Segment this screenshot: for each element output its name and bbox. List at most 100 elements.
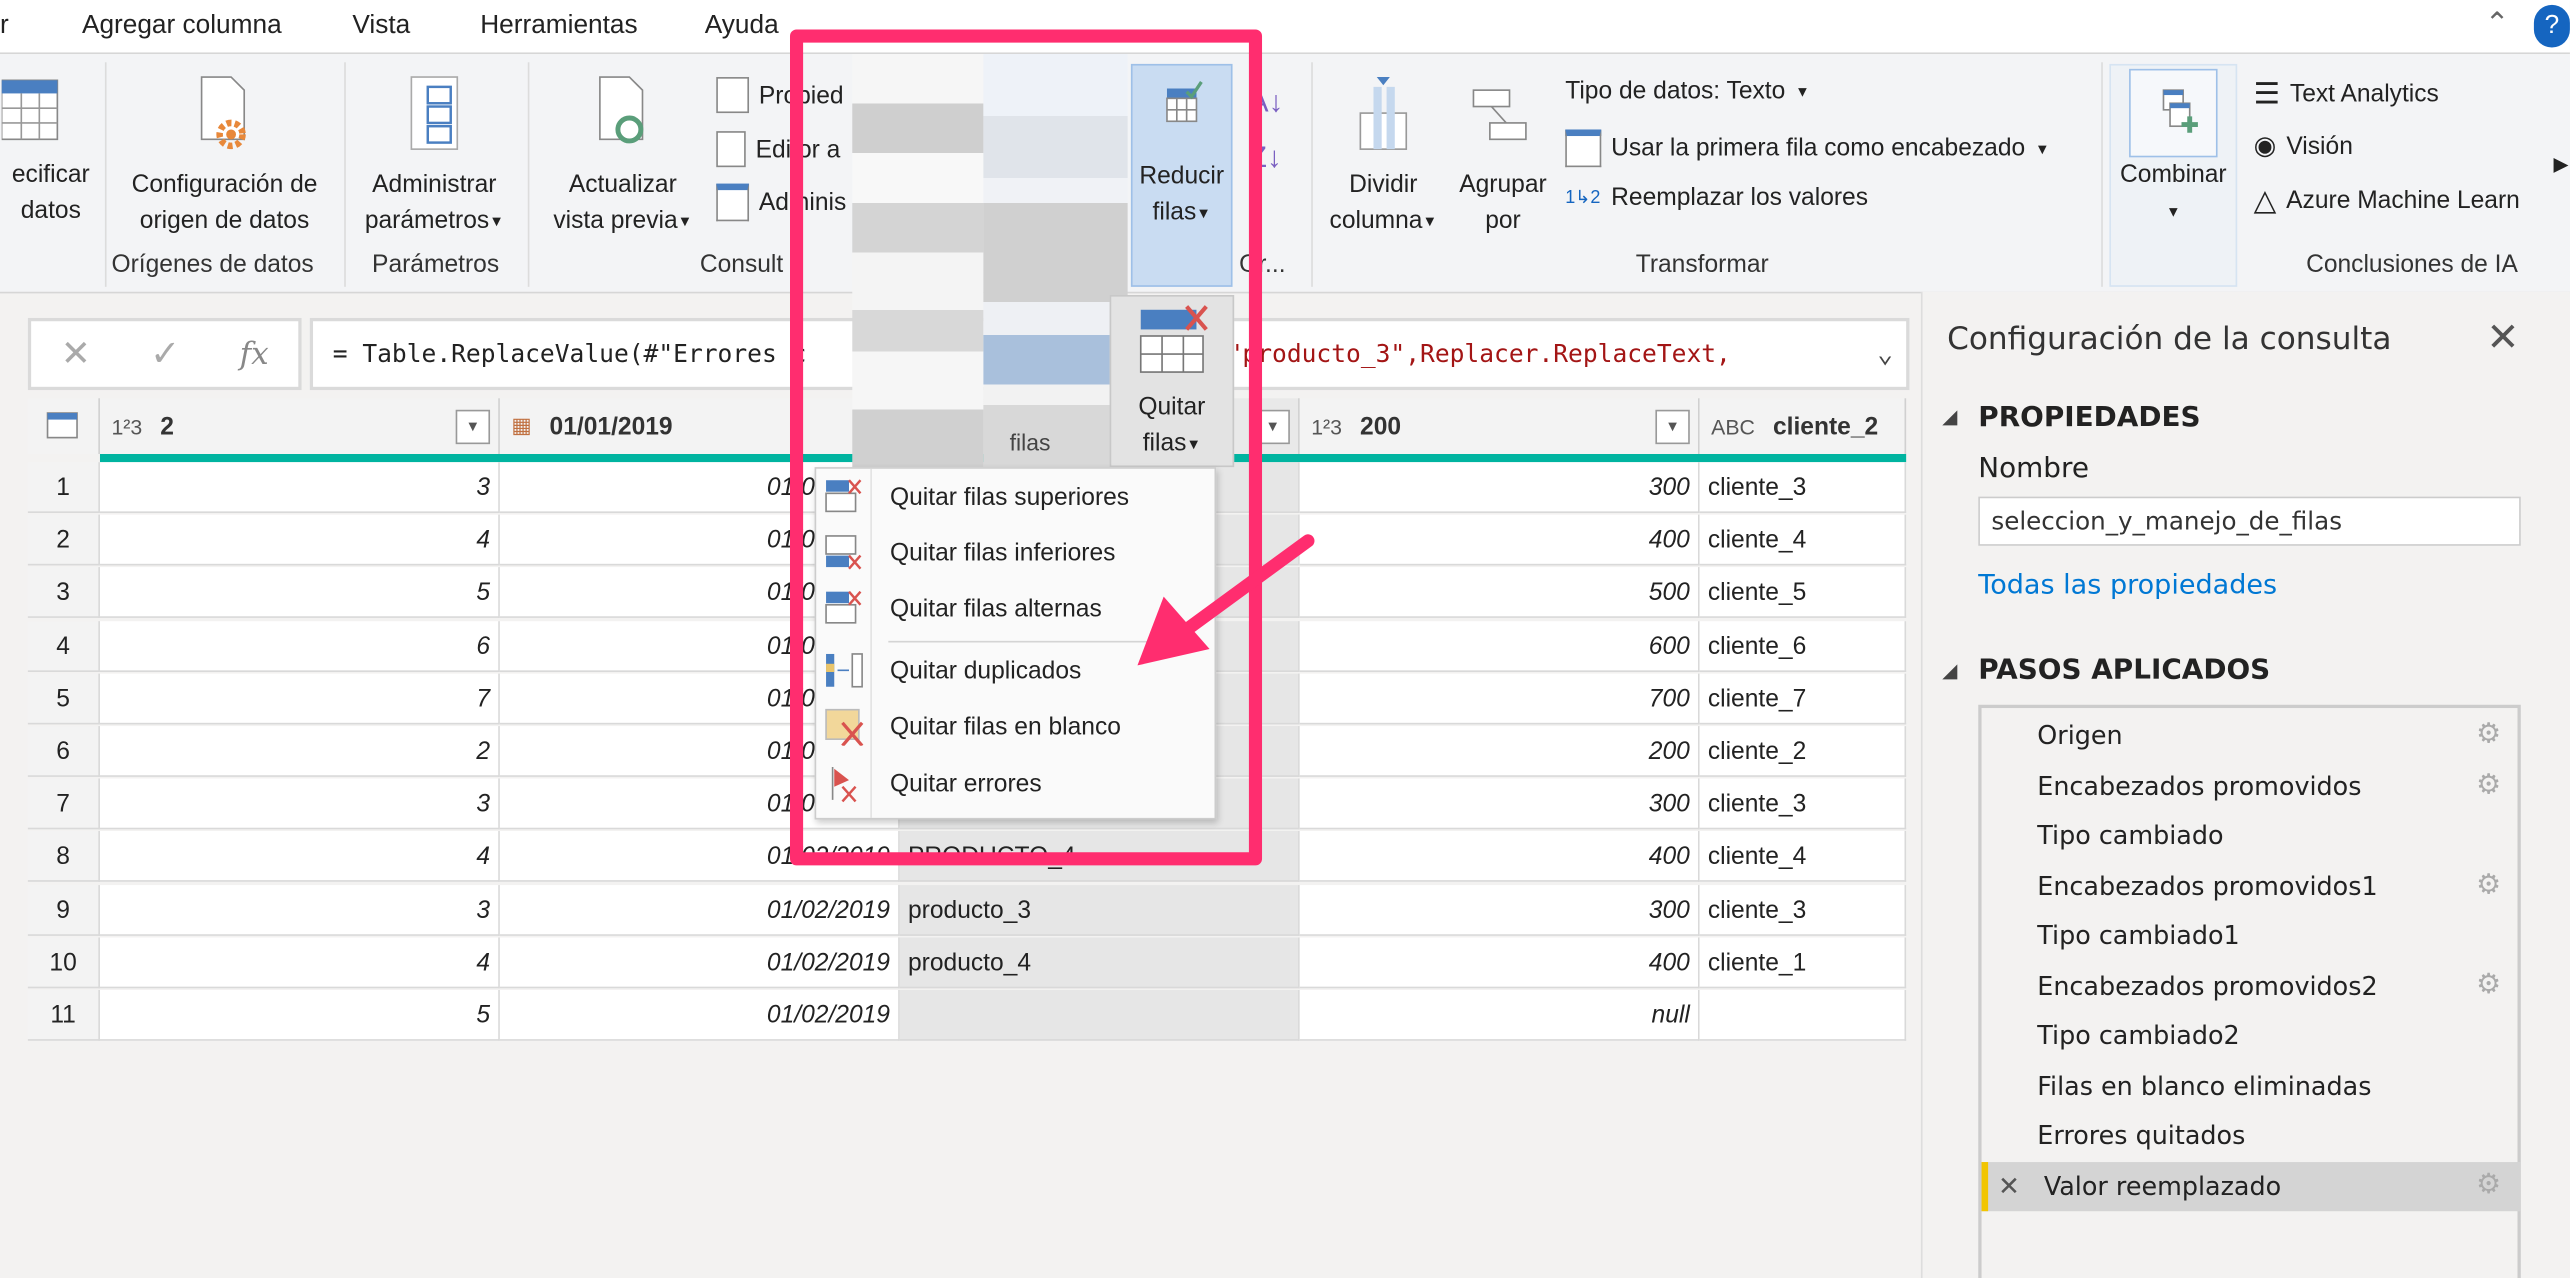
table-cell: producto_4 [899, 937, 1300, 988]
table-cell: null [1299, 989, 1700, 1041]
gear-icon[interactable]: ⚙ [2476, 870, 2501, 899]
row-number[interactable]: 1 [27, 462, 100, 514]
table-cell: 300 [1299, 778, 1700, 830]
step-label: Tipo cambiado2 [2037, 1021, 2240, 1051]
date-type-icon[interactable]: ▦ [506, 403, 536, 449]
ribbon: ecificar datos Configuración de origen de … [0, 54, 2570, 294]
table-cell: 01/02/2019 [499, 884, 900, 936]
tab-herramientas[interactable]: Herramientas [480, 11, 637, 41]
delete-step-icon[interactable]: ✕ [1998, 1161, 2020, 1210]
specify-data-button[interactable]: ecificar datos [0, 74, 102, 230]
query-name-input[interactable] [1978, 496, 2521, 546]
replace-values-icon: 1↳2 [1565, 188, 1601, 209]
row-number[interactable]: 9 [27, 884, 100, 936]
fx-icon[interactable]: fx [240, 336, 269, 372]
column-filter-button[interactable]: ▼ [1655, 409, 1690, 445]
azure-ml-button[interactable]: △ Azure Machine Learn [2254, 184, 2520, 218]
collapse-ribbon-icon[interactable]: ⌃ [2485, 7, 2510, 41]
row-number[interactable]: 10 [27, 937, 100, 988]
step-label: Origen [2037, 721, 2123, 751]
table-cell: cliente_7 [1699, 673, 1907, 725]
collapse-steps-icon[interactable]: ◢ [1942, 659, 1957, 682]
table-cell: 7 [99, 673, 500, 725]
replace-values-button[interactable]: 1↳2 Reemplazar los valores [1565, 184, 1868, 212]
row-number[interactable]: 6 [27, 726, 100, 777]
all-properties-link[interactable]: Todas las propiedades [1978, 569, 2277, 600]
combine-button[interactable]: Combinar ▼ [2109, 63, 2238, 287]
row-number[interactable]: 7 [27, 778, 100, 830]
manage-table-icon [716, 183, 750, 222]
row-number[interactable]: 4 [27, 620, 100, 672]
table-cell [1699, 989, 1907, 1041]
help-icon[interactable]: ? [2533, 4, 2570, 48]
settings-document-icon [200, 76, 246, 150]
table-cell: cliente_6 [1699, 620, 1907, 672]
table-menu-icon[interactable] [45, 411, 81, 441]
tab-vista[interactable]: Vista [352, 11, 410, 41]
query-settings-panel: Configuración de la consulta ✕ ◢ PROPIED… [1920, 291, 2570, 1278]
applied-step[interactable]: Tipo cambiado1 [1982, 911, 2521, 960]
step-label: Valor reemplazado [2043, 1171, 2282, 1201]
collapse-properties-icon[interactable]: ◢ [1942, 405, 1957, 428]
confirm-formula-icon[interactable]: ✓ [150, 333, 180, 376]
refresh-preview-button[interactable]: Actualizar vista previa▼ [541, 74, 705, 240]
text-type-icon[interactable]: ABC [1706, 404, 1760, 448]
data-source-settings-button[interactable]: Configuración de origen de datos [111, 74, 337, 240]
group-by-button[interactable]: Agrupar por [1452, 74, 1554, 240]
panel-title: Configuración de la consulta [1947, 321, 2392, 358]
data-type-dropdown[interactable]: Tipo de datos: Texto ▼ [1565, 77, 1810, 105]
applied-step[interactable]: Origen ⚙ [1982, 711, 2521, 760]
column-header[interactable]: ABC cliente_2 [1699, 398, 1907, 455]
row-number[interactable]: 2 [27, 514, 100, 566]
gear-icon[interactable]: ⚙ [2476, 1170, 2501, 1199]
row-number[interactable]: 11 [27, 989, 100, 1041]
applied-step[interactable]: Filas en blanco eliminadas [1982, 1061, 2521, 1110]
applied-step[interactable]: Encabezados promovidos1 ⚙ [1982, 861, 2521, 910]
row-number[interactable]: 8 [27, 831, 100, 883]
tab-agregar-columna[interactable]: Agregar columna [82, 11, 282, 41]
gear-icon[interactable]: ⚙ [2476, 720, 2501, 749]
table-cell: 700 [1299, 673, 1700, 725]
name-label: Nombre [1978, 452, 2089, 486]
editor-icon [716, 131, 746, 168]
table-cell: cliente_1 [1699, 937, 1907, 988]
gear-icon[interactable]: ⚙ [2476, 970, 2501, 999]
table-cell: 400 [1299, 831, 1700, 883]
column-header[interactable]: 1²3 200 ▼ [1299, 398, 1700, 455]
column-filter-button[interactable]: ▼ [455, 409, 491, 445]
cancel-formula-icon[interactable]: ✕ [61, 333, 91, 376]
vision-button[interactable]: ◉ Visión [2254, 129, 2353, 162]
text-analytics-icon: ☰ [2253, 77, 2281, 110]
first-row-header-button[interactable]: Usar la primera fila como encabezado ▼ [1565, 129, 2050, 168]
tab-ayuda[interactable]: Ayuda [705, 11, 779, 41]
table-cell: 01/02/2019 [499, 989, 900, 1041]
gear-icon[interactable]: ⚙ [2476, 770, 2501, 799]
number-type-icon[interactable]: 1²3 [107, 404, 148, 448]
applied-step[interactable]: Encabezados promovidos ⚙ [1982, 761, 2521, 810]
table-cell: 400 [1299, 937, 1700, 988]
tab-partial[interactable]: r [0, 11, 9, 41]
applied-step[interactable]: ✕ Valor reemplazado ⚙ [1981, 1161, 2521, 1211]
split-column-button[interactable]: Dividir columna▼ [1319, 74, 1447, 240]
text-analytics-button[interactable]: ☰ Text Analytics [2254, 77, 2439, 111]
row-number[interactable]: 5 [27, 673, 100, 725]
applied-step[interactable]: Tipo cambiado [1982, 811, 2521, 860]
column-header[interactable]: 1²3 2 ▼ [99, 398, 500, 455]
number-type-icon[interactable]: 1²3 [1306, 404, 1347, 448]
applied-steps-heading: PASOS APLICADOS [1978, 653, 2271, 687]
applied-step[interactable]: Tipo cambiado2 [1982, 1011, 2521, 1060]
table-cell: 4 [99, 831, 500, 883]
row-number[interactable]: 3 [27, 567, 100, 619]
manage-parameters-button[interactable]: Administrar parámetros▼ [352, 74, 516, 240]
table-cell: 01/02/2019 [499, 937, 900, 988]
ribbon-scroll-right-icon[interactable]: ▶ [2554, 152, 2569, 175]
table-cell: cliente_3 [1699, 884, 1907, 936]
close-panel-icon[interactable]: ✕ [2486, 315, 2519, 361]
combine-icon [2129, 68, 2218, 158]
table-cell: 2 [99, 726, 500, 777]
expand-formula-icon[interactable]: ⌄ [1877, 321, 1893, 387]
select-all-header[interactable] [27, 398, 100, 455]
applied-step[interactable]: Errores quitados [1982, 1111, 2521, 1160]
applied-step[interactable]: Encabezados promovidos2 ⚙ [1982, 961, 2521, 1010]
table-cell: producto_3 [899, 884, 1300, 936]
